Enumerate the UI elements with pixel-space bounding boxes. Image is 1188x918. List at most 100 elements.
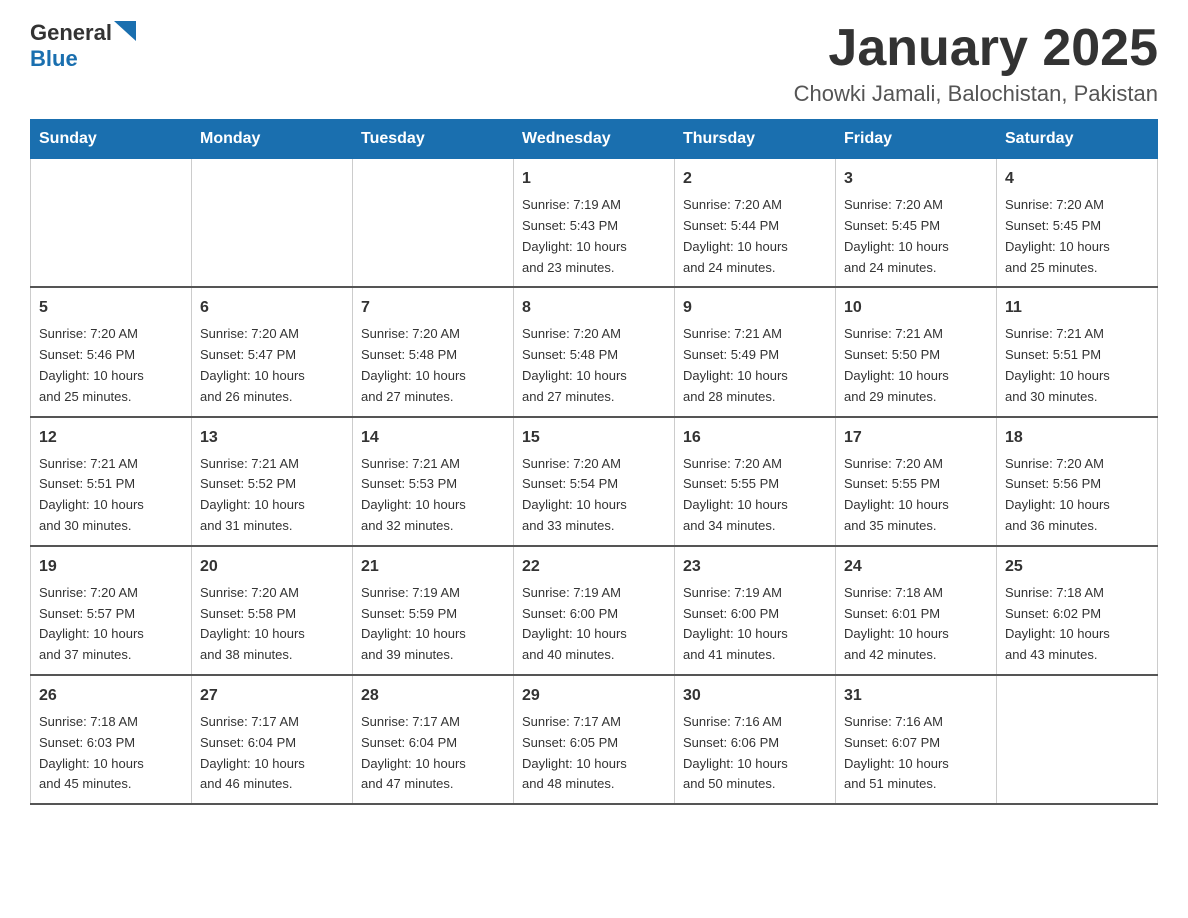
day-number: 20	[200, 555, 344, 579]
calendar-cell: 24 Sunrise: 7:18 AM Sunset: 6:01 PM Dayli…	[836, 546, 997, 675]
day-number: 2	[683, 167, 827, 191]
day-info: Sunrise: 7:20 AM Sunset: 5:44 PM Dayligh…	[683, 195, 827, 278]
day-info: Sunrise: 7:20 AM Sunset: 5:47 PM Dayligh…	[200, 324, 344, 407]
calendar-cell: 15 Sunrise: 7:20 AM Sunset: 5:54 PM Dayli…	[514, 417, 675, 546]
day-number: 3	[844, 167, 988, 191]
calendar-cell: 13 Sunrise: 7:21 AM Sunset: 5:52 PM Dayli…	[192, 417, 353, 546]
calendar-cell: 22 Sunrise: 7:19 AM Sunset: 6:00 PM Dayli…	[514, 546, 675, 675]
day-number: 19	[39, 555, 183, 579]
calendar-cell: 14 Sunrise: 7:21 AM Sunset: 5:53 PM Dayli…	[353, 417, 514, 546]
day-number: 5	[39, 296, 183, 320]
day-number: 17	[844, 426, 988, 450]
day-number: 21	[361, 555, 505, 579]
calendar-cell	[31, 159, 192, 288]
day-info: Sunrise: 7:20 AM Sunset: 5:45 PM Dayligh…	[844, 195, 988, 278]
calendar-cell: 27 Sunrise: 7:17 AM Sunset: 6:04 PM Dayli…	[192, 675, 353, 804]
logo: General Blue	[30, 20, 136, 72]
page-header: General Blue January 2025 Chowki Jamali,…	[30, 20, 1158, 107]
day-number: 4	[1005, 167, 1149, 191]
calendar-week-row: 26 Sunrise: 7:18 AM Sunset: 6:03 PM Dayli…	[31, 675, 1158, 804]
day-number: 30	[683, 684, 827, 708]
calendar-cell: 21 Sunrise: 7:19 AM Sunset: 5:59 PM Dayli…	[353, 546, 514, 675]
day-number: 10	[844, 296, 988, 320]
day-info: Sunrise: 7:18 AM Sunset: 6:02 PM Dayligh…	[1005, 583, 1149, 666]
calendar-cell: 29 Sunrise: 7:17 AM Sunset: 6:05 PM Dayli…	[514, 675, 675, 804]
day-number: 11	[1005, 296, 1149, 320]
day-info: Sunrise: 7:21 AM Sunset: 5:53 PM Dayligh…	[361, 454, 505, 537]
calendar-cell: 6 Sunrise: 7:20 AM Sunset: 5:47 PM Daylig…	[192, 287, 353, 416]
day-info: Sunrise: 7:17 AM Sunset: 6:05 PM Dayligh…	[522, 712, 666, 795]
day-number: 15	[522, 426, 666, 450]
day-number: 18	[1005, 426, 1149, 450]
calendar-cell: 18 Sunrise: 7:20 AM Sunset: 5:56 PM Dayli…	[997, 417, 1158, 546]
logo-general-text: General	[30, 20, 112, 46]
day-number: 22	[522, 555, 666, 579]
calendar-week-row: 12 Sunrise: 7:21 AM Sunset: 5:51 PM Dayli…	[31, 417, 1158, 546]
calendar-cell: 3 Sunrise: 7:20 AM Sunset: 5:45 PM Daylig…	[836, 159, 997, 288]
calendar-header-row: SundayMondayTuesdayWednesdayThursdayFrid…	[31, 120, 1158, 159]
calendar-cell: 28Sunrise: 7:17 AM Sunset: 6:04 PM Dayli…	[353, 675, 514, 804]
calendar-cell: 25 Sunrise: 7:18 AM Sunset: 6:02 PM Dayli…	[997, 546, 1158, 675]
day-info: Sunrise: 7:20 AM Sunset: 5:48 PM Dayligh…	[361, 324, 505, 407]
day-info: Sunrise: 7:20 AM Sunset: 5:45 PM Dayligh…	[1005, 195, 1149, 278]
day-info: Sunrise: 7:18 AM Sunset: 6:01 PM Dayligh…	[844, 583, 988, 666]
day-info: Sunrise: 7:19 AM Sunset: 5:43 PM Dayligh…	[522, 195, 666, 278]
calendar-week-row: 5 Sunrise: 7:20 AM Sunset: 5:46 PM Daylig…	[31, 287, 1158, 416]
calendar-cell: 26 Sunrise: 7:18 AM Sunset: 6:03 PM Dayli…	[31, 675, 192, 804]
day-info: Sunrise: 7:21 AM Sunset: 5:52 PM Dayligh…	[200, 454, 344, 537]
day-info: Sunrise: 7:17 AM Sunset: 6:04 PM Dayligh…	[361, 712, 505, 795]
calendar-cell: 23Sunrise: 7:19 AM Sunset: 6:00 PM Dayli…	[675, 546, 836, 675]
calendar-cell: 30Sunrise: 7:16 AM Sunset: 6:06 PM Dayli…	[675, 675, 836, 804]
day-info: Sunrise: 7:19 AM Sunset: 6:00 PM Dayligh…	[522, 583, 666, 666]
calendar-week-row: 1Sunrise: 7:19 AM Sunset: 5:43 PM Daylig…	[31, 159, 1158, 288]
day-info: Sunrise: 7:18 AM Sunset: 6:03 PM Dayligh…	[39, 712, 183, 795]
calendar-cell: 1Sunrise: 7:19 AM Sunset: 5:43 PM Daylig…	[514, 159, 675, 288]
weekday-header-thursday: Thursday	[675, 120, 836, 159]
day-number: 13	[200, 426, 344, 450]
calendar-cell: 2 Sunrise: 7:20 AM Sunset: 5:44 PM Daylig…	[675, 159, 836, 288]
day-number: 9	[683, 296, 827, 320]
weekday-header-saturday: Saturday	[997, 120, 1158, 159]
calendar-cell: 8 Sunrise: 7:20 AM Sunset: 5:48 PM Daylig…	[514, 287, 675, 416]
day-info: Sunrise: 7:20 AM Sunset: 5:55 PM Dayligh…	[683, 454, 827, 537]
location-title: Chowki Jamali, Balochistan, Pakistan	[794, 81, 1158, 107]
calendar-cell	[997, 675, 1158, 804]
day-info: Sunrise: 7:20 AM Sunset: 5:57 PM Dayligh…	[39, 583, 183, 666]
day-number: 6	[200, 296, 344, 320]
day-info: Sunrise: 7:20 AM Sunset: 5:56 PM Dayligh…	[1005, 454, 1149, 537]
day-number: 14	[361, 426, 505, 450]
calendar-cell: 7Sunrise: 7:20 AM Sunset: 5:48 PM Daylig…	[353, 287, 514, 416]
calendar-cell: 12 Sunrise: 7:21 AM Sunset: 5:51 PM Dayli…	[31, 417, 192, 546]
day-info: Sunrise: 7:20 AM Sunset: 5:46 PM Dayligh…	[39, 324, 183, 407]
calendar-cell: 4 Sunrise: 7:20 AM Sunset: 5:45 PM Daylig…	[997, 159, 1158, 288]
day-number: 24	[844, 555, 988, 579]
calendar-cell	[353, 159, 514, 288]
day-info: Sunrise: 7:20 AM Sunset: 5:54 PM Dayligh…	[522, 454, 666, 537]
day-info: Sunrise: 7:21 AM Sunset: 5:51 PM Dayligh…	[39, 454, 183, 537]
day-number: 25	[1005, 555, 1149, 579]
day-info: Sunrise: 7:19 AM Sunset: 5:59 PM Dayligh…	[361, 583, 505, 666]
day-info: Sunrise: 7:21 AM Sunset: 5:51 PM Dayligh…	[1005, 324, 1149, 407]
day-number: 16	[683, 426, 827, 450]
day-info: Sunrise: 7:20 AM Sunset: 5:48 PM Dayligh…	[522, 324, 666, 407]
day-number: 8	[522, 296, 666, 320]
day-number: 12	[39, 426, 183, 450]
day-info: Sunrise: 7:20 AM Sunset: 5:58 PM Dayligh…	[200, 583, 344, 666]
calendar-cell: 11 Sunrise: 7:21 AM Sunset: 5:51 PM Dayli…	[997, 287, 1158, 416]
day-number: 27	[200, 684, 344, 708]
weekday-header-tuesday: Tuesday	[353, 120, 514, 159]
calendar-cell: 17Sunrise: 7:20 AM Sunset: 5:55 PM Dayli…	[836, 417, 997, 546]
weekday-header-sunday: Sunday	[31, 120, 192, 159]
month-title: January 2025	[794, 20, 1158, 77]
logo-triangle-icon	[114, 21, 136, 41]
calendar-cell: 16 Sunrise: 7:20 AM Sunset: 5:55 PM Dayli…	[675, 417, 836, 546]
logo-blue-text: Blue	[30, 46, 78, 72]
day-number: 29	[522, 684, 666, 708]
calendar-cell: 9 Sunrise: 7:21 AM Sunset: 5:49 PM Daylig…	[675, 287, 836, 416]
calendar-cell: 20 Sunrise: 7:20 AM Sunset: 5:58 PM Dayli…	[192, 546, 353, 675]
weekday-header-friday: Friday	[836, 120, 997, 159]
day-info: Sunrise: 7:21 AM Sunset: 5:50 PM Dayligh…	[844, 324, 988, 407]
day-number: 26	[39, 684, 183, 708]
day-info: Sunrise: 7:17 AM Sunset: 6:04 PM Dayligh…	[200, 712, 344, 795]
day-info: Sunrise: 7:21 AM Sunset: 5:49 PM Dayligh…	[683, 324, 827, 407]
